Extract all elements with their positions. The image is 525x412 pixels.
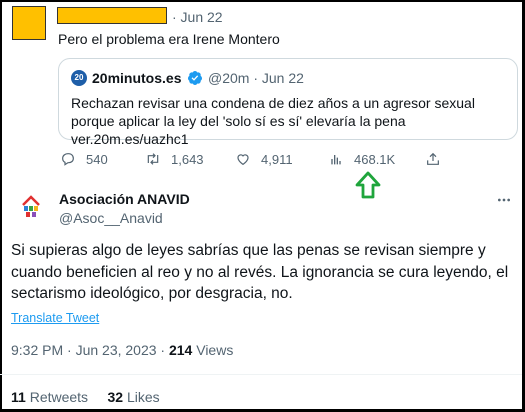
- quote-handle-date: @20m · Jun 22: [208, 70, 304, 86]
- author-name[interactable]: Asociación ANAVID: [59, 191, 190, 207]
- views-count: 468.1K: [354, 151, 396, 167]
- more-options-icon[interactable]: [496, 192, 512, 208]
- timestamp-text[interactable]: 9:32 PM · Jun 23, 2023 ·: [11, 342, 169, 358]
- like-button[interactable]: 4,911: [235, 151, 293, 167]
- reply-count: 540: [86, 151, 108, 167]
- like-count: 4,911: [261, 151, 293, 167]
- divider: [0, 374, 522, 375]
- anavid-logo-avatar[interactable]: [14, 190, 48, 224]
- author-handle[interactable]: @Asoc__Anavid: [59, 210, 163, 226]
- verified-badge-icon: [187, 71, 202, 85]
- quoted-tweet-card[interactable]: 20 20minutos.es @20m · Jun 22 Rechazan r…: [58, 58, 518, 147]
- retweet-count: 1,643: [171, 151, 204, 167]
- redacted-avatar[interactable]: [12, 6, 46, 40]
- translate-tweet-link[interactable]: Translate Tweet: [11, 311, 99, 325]
- reply-text: Pero el problema era Irene Montero: [58, 31, 280, 47]
- share-icon: [427, 152, 439, 165]
- retweets-stat[interactable]: 11 Retweets: [11, 389, 88, 405]
- likes-label: Likes: [123, 389, 160, 405]
- views-button[interactable]: 468.1K: [328, 151, 395, 167]
- reply-button[interactable]: 540: [60, 151, 108, 167]
- quote-text: Rechazan revisar una condena de diez año…: [71, 95, 475, 147]
- retweet-icon: [147, 153, 159, 165]
- heart-icon: [237, 154, 249, 166]
- quote-source-name[interactable]: 20minutos.es: [92, 70, 181, 86]
- retweet-button[interactable]: 1,643: [145, 151, 204, 167]
- views-number: 214: [168, 342, 193, 358]
- tweet-timestamp: 9:32 PM · Jun 23, 2023 · 214 Views: [11, 342, 233, 358]
- engagement-stats: 11 Retweets 32 Likes: [11, 389, 160, 405]
- analytics-icon: [331, 155, 341, 165]
- retweets-label: Retweets: [25, 389, 89, 405]
- retweets-number: 11: [11, 389, 26, 405]
- redacted-author-name: [57, 7, 167, 24]
- 20minutos-logo-icon: 20: [71, 70, 87, 86]
- tweet-body-text: Si supieras algo de leyes sabrías que la…: [11, 242, 509, 302]
- share-button[interactable]: [425, 151, 451, 167]
- reply-icon: [62, 153, 74, 166]
- likes-stat[interactable]: 32 Likes: [108, 389, 160, 405]
- views-label: Views: [192, 342, 234, 358]
- green-arrow-annotation-icon: [355, 171, 381, 199]
- reply-date[interactable]: · Jun 22: [172, 9, 223, 25]
- likes-number: 32: [107, 389, 124, 405]
